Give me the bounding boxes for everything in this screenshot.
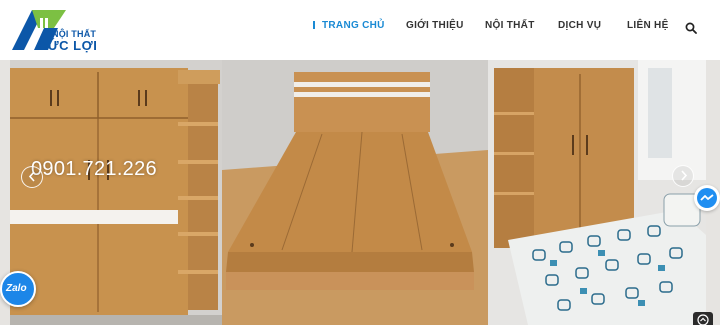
- arrow-up-icon[interactable]: [693, 312, 713, 325]
- search-icon[interactable]: [685, 21, 697, 34]
- slide-image-bed: [222, 60, 488, 325]
- zalo-label: Zalo: [6, 283, 27, 294]
- site-header: NỘI THẤT ĐỨC LỢI TRANG CHỦ GIỚI THIỆU NỘ…: [0, 0, 720, 60]
- chevron-right-icon[interactable]: [672, 165, 694, 187]
- hotline-phone: 0901.721.226: [31, 158, 157, 180]
- chevron-left-icon[interactable]: [21, 166, 43, 188]
- zalo-icon[interactable]: Zalo: [0, 271, 36, 307]
- nav-item-contact[interactable]: LIÊN HỆ: [627, 20, 669, 36]
- messenger-icon[interactable]: [694, 185, 720, 211]
- hero-slider[interactable]: 0901.721.226: [0, 60, 720, 325]
- site-logo[interactable]: NỘI THẤT ĐỨC LỢI: [10, 6, 110, 54]
- nav-item-home[interactable]: TRANG CHỦ: [313, 20, 385, 36]
- nav-item-home-label: TRANG CHỦ: [322, 20, 385, 31]
- slide-image-bedroom: [488, 60, 706, 325]
- slide-image-wardrobe: [10, 60, 222, 325]
- nav-item-furniture[interactable]: NỘI THẤT: [485, 20, 535, 36]
- logo-line2: ĐỨC LỢI: [38, 38, 98, 53]
- nav-item-about[interactable]: GIỚI THIỆU: [406, 20, 464, 36]
- nav-item-services[interactable]: DỊCH VỤ: [558, 20, 601, 36]
- active-marker: [313, 21, 315, 29]
